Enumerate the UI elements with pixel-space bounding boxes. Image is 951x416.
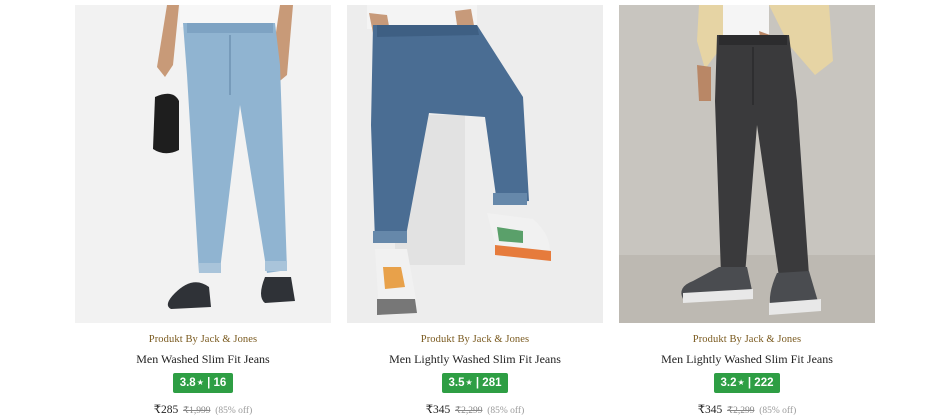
selling-price: ₹345 — [425, 404, 451, 416]
product-image[interactable] — [347, 5, 603, 323]
rating-separator: | — [747, 377, 752, 389]
product-image[interactable] — [75, 5, 331, 323]
product-title[interactable]: Men Lightly Washed Slim Fit Jeans — [619, 351, 875, 367]
rating-badge: 3.5★ | 281 — [441, 373, 509, 393]
product-brand: Produkt By Jack & Jones — [420, 334, 530, 345]
original-price: ₹1,999 — [183, 406, 211, 416]
discount-label: (85% off) — [215, 406, 253, 416]
product-image[interactable] — [619, 5, 875, 323]
product-photo-jeans-black — [619, 5, 875, 323]
rating-badge: 3.2★ | 222 — [713, 373, 781, 393]
product-brand: Produkt By Jack & Jones — [692, 334, 802, 345]
product-card[interactable]: Produkt By Jack & Jones Men Lightly Wash… — [347, 0, 603, 416]
rating-separator: | — [207, 377, 211, 389]
product-grid: Produkt By Jack & Jones Men Washed Slim … — [0, 0, 951, 416]
rating-count: 16 — [213, 377, 227, 389]
rating-value: 3.8 — [179, 377, 196, 389]
original-price: ₹2,299 — [455, 406, 483, 416]
rating-count: 281 — [482, 377, 502, 389]
original-price: ₹2,299 — [727, 406, 755, 416]
rating-value: 3.5 — [448, 377, 465, 389]
product-title[interactable]: Men Lightly Washed Slim Fit Jeans — [347, 351, 603, 367]
rating-badge: 3.8★ | 16 — [172, 373, 234, 393]
discount-label: (85% off) — [487, 406, 525, 416]
product-card[interactable]: Produkt By Jack & Jones Men Washed Slim … — [75, 0, 331, 416]
selling-price: ₹285 — [153, 404, 179, 416]
price-row: ₹345 ₹2,299 (85% off) — [619, 403, 875, 416]
price-row: ₹345 ₹2,299 (85% off) — [347, 403, 603, 416]
selling-price: ₹345 — [697, 404, 723, 416]
rating-count: 222 — [754, 377, 774, 389]
product-brand: Produkt By Jack & Jones — [148, 334, 258, 345]
rating-value: 3.2 — [720, 377, 737, 389]
star-icon: ★ — [196, 378, 204, 387]
product-photo-jeans-light-blue — [75, 5, 331, 323]
product-photo-jeans-mid-blue — [347, 5, 603, 323]
price-row: ₹285 ₹1,999 (85% off) — [75, 403, 331, 416]
product-title[interactable]: Men Washed Slim Fit Jeans — [75, 351, 331, 367]
rating-separator: | — [475, 377, 480, 389]
discount-label: (85% off) — [759, 406, 797, 416]
product-card[interactable]: Produkt By Jack & Jones Men Lightly Wash… — [619, 0, 875, 416]
star-icon: ★ — [737, 378, 745, 387]
star-icon: ★ — [465, 378, 473, 387]
